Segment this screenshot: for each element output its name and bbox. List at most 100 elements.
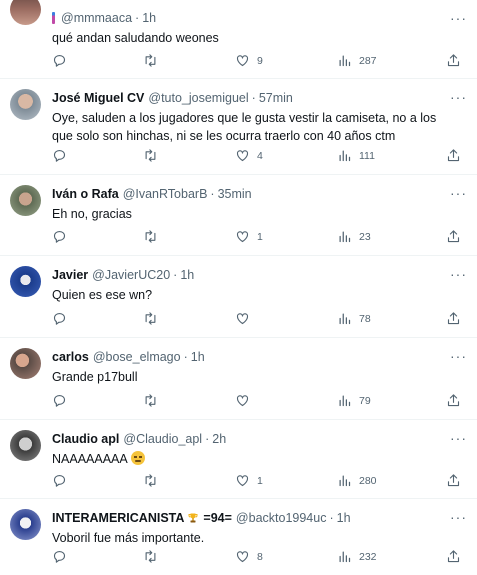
like-button[interactable] (235, 393, 257, 408)
avatar[interactable] (10, 185, 41, 216)
display-name[interactable]: José Miguel CV (52, 90, 144, 106)
display-name[interactable]: Iván o Rafa (52, 186, 119, 202)
avatar[interactable] (10, 0, 41, 25)
timestamp[interactable]: 57min (259, 90, 293, 106)
user-handle[interactable]: @IvanRTobarB (123, 186, 208, 202)
reply-button[interactable] (52, 148, 67, 163)
reply-item[interactable]: carlos @bose_elmago · 1h Grande p17bull … (0, 338, 477, 420)
timestamp[interactable]: 1h (142, 10, 156, 26)
avatar[interactable] (10, 430, 41, 461)
display-name-suffix[interactable]: =94= (203, 510, 232, 526)
heart-icon (236, 150, 249, 162)
more-options-icon[interactable]: ··· (450, 349, 467, 363)
more-options-icon[interactable]: ··· (450, 510, 467, 524)
reply-text: Voboril fue más importante. (52, 531, 205, 545)
like-count: 9 (257, 54, 263, 67)
views-button[interactable]: 280 (337, 473, 377, 488)
views-button[interactable]: 23 (337, 229, 371, 244)
view-count: 280 (359, 474, 377, 487)
reply-button[interactable] (52, 393, 67, 408)
reply-item[interactable]: Iván o Rafa @IvanRTobarB · 35min Eh no, … (0, 175, 477, 256)
like-count: 8 (257, 550, 263, 563)
retweet-button[interactable] (143, 148, 158, 163)
timestamp[interactable]: 2h (212, 431, 226, 447)
views-button[interactable]: 232 (337, 549, 377, 564)
reply-icon (53, 149, 66, 162)
views-button[interactable]: 79 (337, 393, 371, 408)
reply-item[interactable]: @mmmaaca · 1h qué andan saludando weones… (0, 0, 477, 79)
share-icon (447, 312, 460, 325)
retweet-button[interactable] (143, 393, 158, 408)
views-icon (339, 150, 351, 162)
reply-item[interactable]: Javier @JavierUC20 · 1h Quien es ese wn?… (0, 256, 477, 338)
user-handle[interactable]: @mmmaaca (61, 10, 132, 26)
like-button[interactable]: 4 (235, 148, 263, 163)
retweet-button[interactable] (143, 311, 158, 326)
reply-button[interactable] (52, 473, 67, 488)
retweet-button[interactable] (143, 549, 158, 564)
reply-item[interactable]: Claudio apl @Claudio_apl · 2h NAAAAAAAA … (0, 420, 477, 499)
retweet-icon (145, 230, 156, 243)
avatar[interactable] (10, 509, 41, 540)
share-button[interactable] (446, 393, 461, 408)
like-button[interactable]: 1 (235, 229, 263, 244)
share-button[interactable] (446, 53, 461, 68)
share-button[interactable] (446, 473, 461, 488)
retweet-button[interactable] (143, 53, 158, 68)
like-button[interactable] (235, 311, 257, 326)
share-button[interactable] (446, 549, 461, 564)
more-options-icon[interactable]: ··· (450, 267, 467, 281)
more-options-icon[interactable]: ··· (450, 90, 467, 104)
view-count: 287 (359, 54, 377, 67)
retweet-button[interactable] (143, 229, 158, 244)
share-button[interactable] (446, 229, 461, 244)
retweet-button[interactable] (143, 473, 158, 488)
user-handle[interactable]: @bose_elmago (93, 349, 181, 365)
share-button[interactable] (446, 148, 461, 163)
user-handle[interactable]: @JavierUC20 (92, 267, 170, 283)
heart-icon (236, 475, 249, 487)
share-button[interactable] (446, 311, 461, 326)
heart-icon (236, 395, 249, 407)
views-button[interactable]: 287 (337, 53, 377, 68)
display-name[interactable]: INTERAMERICANISTA (52, 510, 184, 526)
reply-text: NAAAAAAAA (52, 452, 128, 466)
display-name[interactable]: Javier (52, 267, 88, 283)
view-count: 232 (359, 550, 377, 563)
view-count: 23 (359, 230, 371, 243)
timestamp[interactable]: 1h (191, 349, 205, 365)
reply-button[interactable] (52, 311, 67, 326)
reply-item[interactable]: INTERAMERICANISTA =94= @backto1994uc · 1… (0, 499, 477, 575)
like-button[interactable]: 1 (235, 473, 263, 488)
share-icon (447, 149, 460, 162)
timestamp[interactable]: 1h (180, 267, 194, 283)
reply-text: Oye, saluden a los jugadores que le gust… (52, 111, 437, 143)
like-button[interactable]: 8 (235, 549, 263, 564)
like-button[interactable]: 9 (235, 53, 263, 68)
retweet-icon (145, 312, 156, 325)
retweet-icon (145, 474, 156, 487)
reply-button[interactable] (52, 549, 67, 564)
avatar[interactable] (10, 266, 41, 297)
avatar[interactable] (10, 89, 41, 120)
more-options-icon[interactable]: ··· (450, 11, 467, 25)
more-options-icon[interactable]: ··· (450, 186, 467, 200)
reply-button[interactable] (52, 53, 67, 68)
views-button[interactable]: 111 (337, 148, 375, 163)
user-handle[interactable]: @backto1994uc (236, 510, 327, 526)
views-button[interactable]: 78 (337, 311, 371, 326)
user-handle[interactable]: @Claudio_apl (123, 431, 202, 447)
timestamp[interactable]: 35min (218, 186, 252, 202)
user-icon (52, 12, 55, 24)
reply-item[interactable]: José Miguel CV @tuto_josemiguel · 57min … (0, 79, 477, 175)
more-options-icon[interactable]: ··· (450, 431, 467, 445)
view-count: 78 (359, 312, 371, 325)
user-handle[interactable]: @tuto_josemiguel (148, 90, 248, 106)
heart-icon (236, 231, 249, 243)
reply-button[interactable] (52, 229, 67, 244)
retweet-icon (145, 149, 156, 162)
avatar[interactable] (10, 348, 41, 379)
display-name[interactable]: Claudio apl (52, 431, 119, 447)
display-name[interactable]: carlos (52, 349, 89, 365)
timestamp[interactable]: 1h (337, 510, 351, 526)
